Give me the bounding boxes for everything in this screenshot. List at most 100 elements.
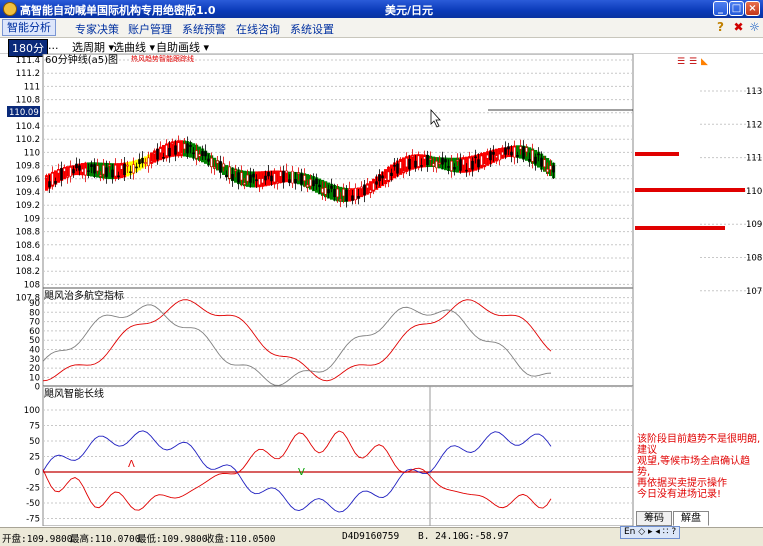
ime-toolbar[interactable]: En ◇ ▸ ◂ ∷ ? bbox=[620, 526, 681, 539]
select-curve-dropdown[interactable]: 选曲线 ▾ bbox=[113, 39, 155, 55]
candle-body bbox=[96, 165, 99, 172]
status-coords: B. 24.10 bbox=[418, 531, 464, 542]
candle-body bbox=[345, 189, 348, 202]
candle-body bbox=[51, 173, 54, 186]
exit-icon[interactable]: ✖ bbox=[731, 20, 746, 35]
candle-body bbox=[276, 181, 279, 183]
candle-body bbox=[420, 165, 423, 167]
candle-body bbox=[291, 170, 294, 184]
candle-body bbox=[300, 173, 303, 185]
candle-body bbox=[498, 153, 501, 161]
title-bar: 高智能自动喊单国际机构专用绝密版1.0 美元/日元 _ □ × bbox=[0, 0, 763, 18]
maximize-button[interactable]: □ bbox=[729, 1, 744, 16]
osc1-tick-label: 0 bbox=[35, 383, 40, 393]
osc2-tick-label: 0 bbox=[35, 468, 40, 478]
candle-body bbox=[444, 159, 447, 163]
candle-body bbox=[111, 169, 114, 178]
candle-body bbox=[66, 175, 69, 178]
candle-body bbox=[354, 187, 357, 201]
candle-body bbox=[465, 169, 468, 172]
candle-body bbox=[138, 159, 141, 165]
candle-body bbox=[447, 166, 450, 168]
price-tick-label: 111 bbox=[24, 82, 40, 92]
osc2-tick-label: -50 bbox=[26, 499, 40, 509]
candle-body bbox=[84, 167, 87, 176]
candle-body bbox=[285, 170, 288, 174]
minimize-button[interactable]: _ bbox=[713, 1, 728, 16]
candle-body bbox=[102, 165, 105, 175]
candle-body bbox=[249, 174, 252, 183]
menu-account[interactable]: 账户管理 bbox=[128, 21, 172, 37]
menu-expert-decision[interactable]: 专家决策 bbox=[75, 21, 119, 37]
hint-line: 该阶段目前趋势不是很明朗,建议 bbox=[637, 434, 761, 456]
menu-alerts[interactable]: 系统预警 bbox=[182, 21, 226, 37]
candle-body bbox=[435, 161, 438, 169]
candle-body bbox=[195, 150, 198, 159]
candle-body bbox=[147, 157, 150, 167]
candle-body bbox=[201, 151, 204, 156]
select-curve-label: 选曲线 bbox=[113, 41, 146, 54]
candle-body bbox=[228, 166, 231, 179]
candle-body bbox=[396, 163, 399, 174]
osc2-tick-label: 75 bbox=[29, 422, 40, 432]
menu-smart-analysis[interactable]: 智能分析 bbox=[2, 19, 56, 36]
candle-body bbox=[246, 174, 249, 182]
price-tick-label: 109.8 bbox=[16, 162, 40, 172]
custom-line-dropdown[interactable]: 自助画线 ▾ bbox=[156, 39, 209, 55]
candle-body bbox=[117, 175, 120, 178]
legend-icon-3[interactable]: ◣ bbox=[701, 57, 708, 67]
candle-body bbox=[501, 151, 504, 156]
candle-body bbox=[486, 154, 489, 159]
tab-chips[interactable]: 筹码 bbox=[636, 511, 672, 526]
candle-body bbox=[153, 152, 156, 155]
osc1-title: 飓风治多航空指标 bbox=[44, 289, 124, 302]
candle-body bbox=[453, 167, 456, 170]
candle-body bbox=[468, 157, 471, 169]
menu-settings[interactable]: 系统设置 bbox=[290, 21, 334, 37]
candle-body bbox=[213, 166, 216, 169]
candle-body bbox=[57, 169, 60, 174]
candle-body bbox=[402, 170, 405, 173]
select-period-dropdown[interactable]: 选周期 ▾ bbox=[72, 39, 114, 55]
candle-body bbox=[240, 172, 243, 181]
candle-body bbox=[225, 174, 228, 178]
status-low: 最低:109.9800 bbox=[137, 534, 208, 545]
legend-icon-1[interactable]: ☰ bbox=[677, 57, 685, 67]
candle-body bbox=[171, 142, 174, 145]
candle-body bbox=[123, 163, 126, 176]
candle-body bbox=[441, 157, 444, 165]
more-button[interactable]: ... bbox=[48, 39, 59, 52]
candle-body bbox=[543, 159, 546, 168]
candle-body bbox=[150, 160, 153, 163]
chart-frame bbox=[42, 54, 634, 526]
candle-body bbox=[288, 179, 291, 184]
candle-body bbox=[219, 161, 222, 173]
info-icon[interactable]: ☼ bbox=[747, 20, 762, 35]
candle-body bbox=[546, 168, 549, 173]
menu-consult[interactable]: 在线咨询 bbox=[236, 21, 280, 37]
candle-body bbox=[366, 184, 369, 189]
osc2-tick-label: 100 bbox=[24, 406, 40, 416]
candle-body bbox=[450, 160, 453, 171]
tab-analysis[interactable]: 解盘 bbox=[673, 511, 709, 526]
help-icon[interactable]: ? bbox=[713, 20, 728, 35]
ladder-tick-label: 107 bbox=[746, 287, 762, 297]
candle-body bbox=[438, 162, 441, 165]
price-tick-label: 110.2 bbox=[16, 135, 40, 145]
legend-icon-2[interactable]: ☰ bbox=[689, 57, 697, 67]
osc2-tick-label: 50 bbox=[29, 437, 40, 447]
price-panel-indicator: 热风趋势智能跟踪线 bbox=[131, 54, 194, 63]
candle-body bbox=[207, 158, 210, 162]
close-button[interactable]: × bbox=[745, 1, 760, 16]
menu-bar: 智能分析 专家决策 账户管理 系统预警 在线咨询 系统设置 ? ✖ ☼ bbox=[0, 18, 763, 38]
candle-body bbox=[522, 146, 525, 159]
candle-body bbox=[537, 153, 540, 156]
candle-body bbox=[63, 167, 66, 172]
candle-body bbox=[90, 164, 93, 167]
candle-body bbox=[510, 151, 513, 156]
candle-body bbox=[294, 178, 297, 184]
osc2-tick-label: -75 bbox=[26, 515, 40, 525]
candle-body bbox=[381, 175, 384, 179]
candle-body bbox=[351, 195, 354, 201]
candle-body bbox=[279, 171, 282, 177]
